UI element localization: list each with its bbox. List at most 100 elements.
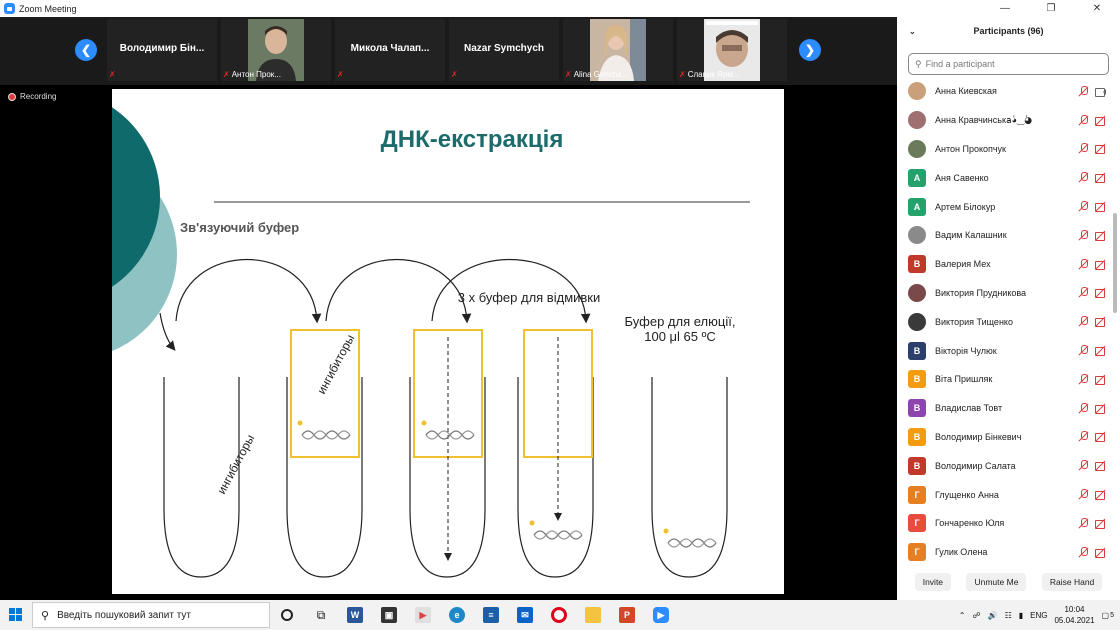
raise-hand-button[interactable]: Raise Hand [1041, 573, 1103, 591]
participant-name: Артем Білокур [935, 201, 996, 212]
word-icon[interactable]: W [338, 600, 372, 630]
participant-name: Валерия Мех [935, 259, 991, 270]
avatar [908, 312, 926, 331]
inhibitors-label: ингибиторы [314, 332, 357, 396]
mic-muted-icon: ✗ [337, 70, 344, 79]
close-button[interactable]: ✕ [1074, 0, 1120, 17]
participant-row[interactable]: В Володимир Салата [897, 451, 1112, 480]
clock[interactable]: 10:04 05.04.2021 [1054, 604, 1094, 626]
file-explorer-icon[interactable] [576, 600, 610, 630]
search-placeholder: Find a participant [925, 59, 995, 69]
mail-icon[interactable]: ✉ [508, 600, 542, 630]
camera-off-icon [1095, 230, 1106, 241]
participant-row[interactable]: Г Гулик Олена [897, 538, 1112, 567]
dna-icon [663, 528, 717, 548]
video-tile[interactable]: Nazar Symchych ✗ [449, 19, 559, 81]
volume-icon[interactable]: 🔊 [988, 611, 998, 620]
participant-row[interactable]: В Володимир Бінкевич [897, 423, 1112, 452]
store-icon[interactable]: ▣ [372, 600, 406, 630]
video-tile[interactable]: Володимир Бін... ✗ [107, 19, 217, 81]
participant-row[interactable]: Г Глущенко Анна [897, 480, 1112, 509]
avatar [908, 111, 926, 130]
avatar [908, 283, 926, 302]
next-page-button[interactable]: ❯ [799, 39, 821, 61]
mic-muted-icon [1078, 489, 1089, 500]
inhibitors-label: ингибиторы [214, 432, 257, 496]
participant-row[interactable]: В Владислав Товт [897, 394, 1112, 423]
participants-title: Participants (96) [973, 26, 1044, 36]
camera-off-icon [1095, 403, 1106, 414]
avatar: В [908, 427, 926, 446]
start-button[interactable] [0, 600, 32, 630]
participant-row[interactable]: В Валерия Мех [897, 250, 1112, 279]
restore-button[interactable]: ❐ [1028, 0, 1074, 17]
zoom-taskbar-icon[interactable]: ▶ [644, 600, 678, 630]
video-tile[interactable]: ✗ Антон Прок... [221, 19, 331, 81]
participant-name: Вадим Калашник [935, 230, 1007, 241]
unmute-me-button[interactable]: Unmute Me [966, 573, 1027, 591]
participant-row[interactable]: Виктория Тищенко [897, 307, 1112, 336]
avatar: Г [908, 514, 926, 533]
tube-2 [286, 377, 363, 578]
clock-date: 05.04.2021 [1054, 616, 1095, 625]
participant-name: Гулик Олена [935, 547, 988, 558]
participant-row[interactable]: В Вікторія Чулюк [897, 336, 1112, 365]
taskbar-search-input[interactable]: ⚲ Введіть пошуковий запит тут [32, 602, 270, 628]
mic-muted-icon [1078, 143, 1089, 154]
participant-row[interactable]: Антон Прокопчук [897, 135, 1112, 164]
mic-muted-icon [1078, 85, 1089, 97]
participant-list-scrollbar[interactable] [1113, 213, 1117, 313]
keyboard-language[interactable]: ENG [1030, 611, 1047, 620]
opera-icon[interactable] [542, 600, 576, 630]
mic-muted-icon [1078, 287, 1089, 298]
security-icon[interactable]: ☍ [972, 611, 980, 620]
participant-row[interactable]: В Віта Пришляк [897, 365, 1112, 394]
notifications-icon[interactable]: ▢ 5 [1102, 611, 1114, 620]
windows-logo-icon [9, 608, 22, 621]
battery-icon[interactable]: ▮ [1019, 611, 1023, 620]
camera-off-icon [1095, 259, 1106, 270]
clock-time: 10:04 [1064, 605, 1085, 614]
zoom-app-icon [4, 3, 15, 14]
video-tile[interactable]: ✗ Славик Ярм... [677, 19, 787, 81]
recording-label: Recording [20, 92, 57, 101]
cortana-icon[interactable] [270, 600, 304, 630]
avatar: А [908, 168, 926, 187]
network-icon[interactable]: ☷ [1005, 611, 1012, 620]
participant-row[interactable]: Анна Кравчинськаٰ◕‿◕ٰ [897, 106, 1112, 135]
edge-icon[interactable]: e [440, 600, 474, 630]
dna-icon [297, 420, 351, 440]
powerpoint-icon[interactable]: P [610, 600, 644, 630]
calculator-icon[interactable]: ≡ [474, 600, 508, 630]
video-tile[interactable]: Микола Чалап... ✗ [335, 19, 445, 81]
tray-overflow-icon[interactable]: ⌃ [959, 611, 966, 620]
camera-off-icon [1095, 316, 1106, 328]
mic-muted-icon [1078, 201, 1089, 212]
tile-footer-name: Alina Goncha... [573, 70, 629, 79]
notification-count: 5 [1110, 611, 1114, 619]
media-player-icon[interactable]: ▶ [406, 600, 440, 630]
avatar: В [908, 399, 926, 418]
participant-row[interactable]: А Артем Білокур [897, 192, 1112, 221]
participant-search-input[interactable]: ⚲ Find a participant [908, 53, 1109, 75]
pour-arrow [159, 312, 176, 351]
avatar: В [908, 341, 926, 360]
previous-page-button[interactable]: ❮ [75, 39, 97, 61]
video-tile[interactable]: ✗ Alina Goncha... [563, 19, 673, 81]
invite-button[interactable]: Invite [914, 573, 952, 591]
elution-temperature-label: 100 μl 65 ºC [644, 329, 716, 344]
avatar: А [908, 197, 926, 216]
participant-row[interactable]: Анна Киевская [897, 77, 1112, 106]
camera-off-icon [1095, 287, 1106, 299]
participant-row[interactable]: Вадим Калашник [897, 221, 1112, 250]
camera-off-icon [1095, 374, 1106, 385]
minimize-button[interactable]: — [982, 0, 1028, 17]
mic-muted-icon [1078, 546, 1089, 558]
participant-name: Виктория Прудникова [935, 287, 1027, 298]
collapse-chevron-icon[interactable]: ⌄ [909, 27, 916, 36]
participant-row[interactable]: Г Гончаренко Юля [897, 509, 1112, 538]
participant-row[interactable]: Виктория Прудникова [897, 279, 1112, 308]
task-view-icon[interactable]: ⧉ [304, 600, 338, 630]
participant-row[interactable]: А Аня Савенко [897, 163, 1112, 192]
participant-name: Виктория Тищенко [935, 316, 1013, 327]
